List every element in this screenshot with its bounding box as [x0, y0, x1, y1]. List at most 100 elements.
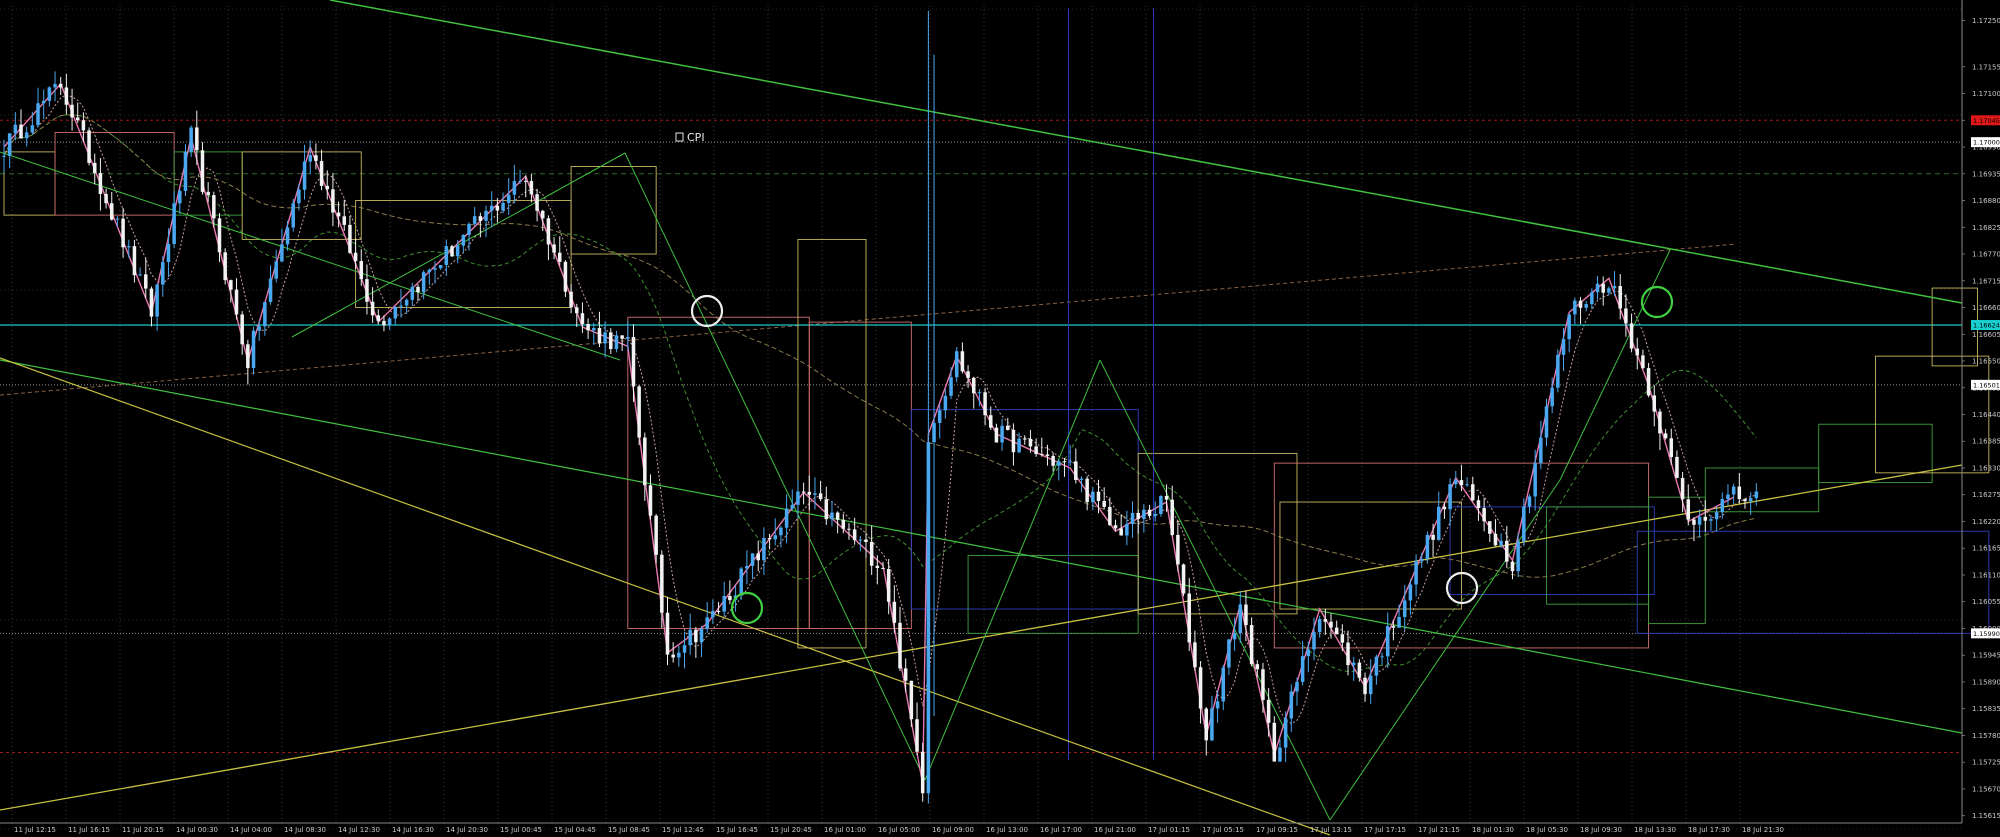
y-tick-label: 1.16330	[1972, 464, 2000, 472]
candle-body	[1709, 519, 1713, 521]
ma-fast-line	[3, 94, 1757, 725]
candle-body	[365, 279, 369, 302]
x-tick-label: 18 Jul 01:30	[1472, 826, 1514, 834]
x-tick-label: 14 Jul 16:30	[392, 826, 434, 834]
candle-body	[557, 252, 562, 262]
candle-body	[1159, 495, 1163, 514]
candle-body	[1635, 348, 1639, 356]
candle-body	[801, 491, 806, 493]
x-tick-label: 14 Jul 00:30	[176, 826, 218, 834]
x-tick-label: 11 Jul 20:15	[122, 826, 164, 834]
candle-body	[1017, 438, 1021, 453]
candle-body	[1550, 387, 1554, 407]
candle-body	[427, 269, 432, 273]
candle-body	[410, 286, 415, 300]
candle-body	[1510, 561, 1515, 572]
candle-body	[1669, 438, 1674, 457]
candle-body	[966, 371, 970, 378]
price-tag-label: 1.17000	[1973, 139, 2000, 147]
candle-body	[229, 280, 233, 290]
candle-body	[1346, 642, 1350, 666]
candle-body	[523, 180, 528, 182]
candle-body	[206, 191, 210, 196]
candle-body	[1153, 513, 1157, 516]
candle-body	[898, 622, 902, 669]
ma-slow-line	[3, 114, 1757, 578]
candle-body	[382, 320, 386, 326]
candle-body	[263, 301, 267, 327]
candle-body	[212, 195, 216, 219]
candle-body	[756, 553, 760, 561]
candle-body	[1204, 708, 1209, 741]
price-chart[interactable]: CPI 11 Jul 12:15 11 Jul 16:15 11 Jul 20:15…	[0, 0, 2000, 837]
candle-body	[892, 601, 897, 623]
candle-body	[1351, 662, 1356, 666]
candle-body	[53, 83, 57, 88]
candle-body	[660, 554, 664, 613]
range-box	[570, 166, 657, 255]
candle-body	[864, 539, 868, 542]
range-box	[808, 321, 912, 629]
candle-body	[637, 386, 641, 438]
range-box	[1636, 530, 1990, 634]
y-tick-label: 1.16165	[1972, 545, 2000, 553]
candle-body	[240, 314, 244, 345]
candle-body	[1448, 484, 1452, 510]
range-box	[967, 555, 1139, 634]
candle-body	[631, 337, 636, 387]
candle-body	[818, 493, 823, 500]
candle-body	[1459, 480, 1464, 486]
chart-window[interactable]: CPI 11 Jul 12:15 11 Jul 16:15 11 Jul 20:15…	[0, 0, 2000, 837]
candle-body	[1618, 285, 1622, 309]
candle-body	[1629, 323, 1634, 349]
candle-body	[1227, 639, 1231, 668]
trend-line-green-c	[624, 152, 926, 781]
candle-body	[1595, 283, 1600, 293]
candle-body	[506, 194, 511, 203]
y-tick-label: 1.16055	[1972, 598, 2000, 606]
calendar-event-icon	[675, 132, 684, 142]
candle-body	[1419, 558, 1424, 562]
price-tag-label: 1.16501	[1973, 381, 2000, 389]
candle-body	[1023, 438, 1027, 440]
candle-body	[1283, 718, 1288, 748]
candle-body	[376, 315, 381, 321]
y-tick-label: 1.16275	[1972, 491, 2000, 499]
x-tick-label: 16 Jul 09:00	[932, 826, 974, 834]
candle-body	[762, 538, 766, 561]
candle-body	[1692, 519, 1696, 525]
candle-body	[1454, 480, 1458, 485]
x-tick-label: 14 Jul 20:30	[446, 826, 488, 834]
candle-body	[438, 265, 443, 269]
candle-body	[1028, 438, 1033, 447]
candle-body	[314, 155, 318, 161]
candle-body	[1539, 437, 1543, 464]
candle-body	[983, 392, 987, 416]
candle-body	[178, 190, 182, 204]
candle-body	[677, 652, 681, 658]
candle-body	[1686, 499, 1691, 520]
candle-body	[1385, 626, 1390, 657]
candle-body	[1142, 509, 1146, 519]
candle-body	[342, 216, 347, 225]
candle-body	[949, 377, 953, 396]
candle-body	[1578, 300, 1583, 308]
x-tick-label: 16 Jul 05:00	[878, 826, 920, 834]
candle-body	[869, 541, 874, 566]
candle-body	[1556, 354, 1560, 388]
candle-body	[1584, 304, 1588, 308]
y-tick-label: 1.15725	[1972, 759, 2000, 767]
candle-body	[643, 437, 647, 486]
candle-body	[977, 392, 982, 394]
candle-body	[280, 244, 284, 262]
candle-body	[767, 538, 772, 540]
y-tick-label: 1.16110	[1972, 571, 2000, 579]
candle-body	[404, 299, 409, 306]
candle-body	[161, 262, 165, 285]
x-tick-label: 17 Jul 01:15	[1148, 826, 1190, 834]
candle-body	[257, 326, 261, 331]
x-tick-label: 18 Jul 05:30	[1526, 826, 1568, 834]
candle-body	[24, 132, 29, 139]
candle-body	[745, 565, 749, 569]
candle-body	[70, 104, 74, 118]
